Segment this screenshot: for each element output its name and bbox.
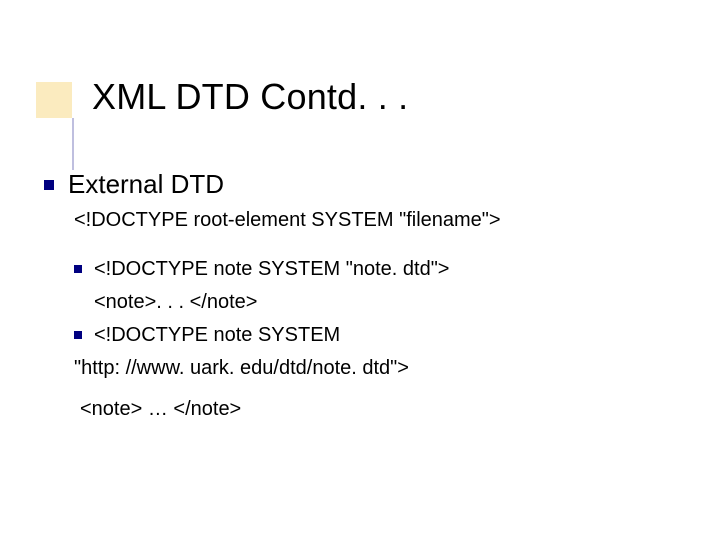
bullet-level2: <!DOCTYPE note SYSTEM "note. dtd">	[74, 256, 680, 283]
bullet-sub-text: <!DOCTYPE root-element SYSTEM "filename"…	[74, 207, 680, 234]
slide-title: XML DTD Contd. . .	[92, 76, 408, 118]
bullet-icon	[74, 265, 82, 273]
bullet-continuation: "http: //www. uark. edu/dtd/note. dtd">	[74, 355, 680, 382]
bullet-sub-text: <note>. . . </note>	[94, 289, 680, 316]
bullet-level2: <!DOCTYPE note SYSTEM	[74, 322, 680, 349]
content-block: External DTD <!DOCTYPE root-element SYST…	[44, 168, 680, 423]
slide: XML DTD Contd. . . External DTD <!DOCTYP…	[0, 0, 720, 540]
bullet-text: <!DOCTYPE note SYSTEM	[94, 322, 340, 349]
bullet-text: External DTD	[68, 168, 224, 201]
bullet-sub-text: <note> … </note>	[80, 396, 680, 423]
bullet-icon	[44, 180, 54, 190]
bullet-icon	[74, 331, 82, 339]
bullet-level1: External DTD	[44, 168, 680, 201]
accent-square	[36, 82, 72, 118]
title-rule	[72, 118, 74, 170]
bullet-text: <!DOCTYPE note SYSTEM "note. dtd">	[94, 256, 449, 283]
